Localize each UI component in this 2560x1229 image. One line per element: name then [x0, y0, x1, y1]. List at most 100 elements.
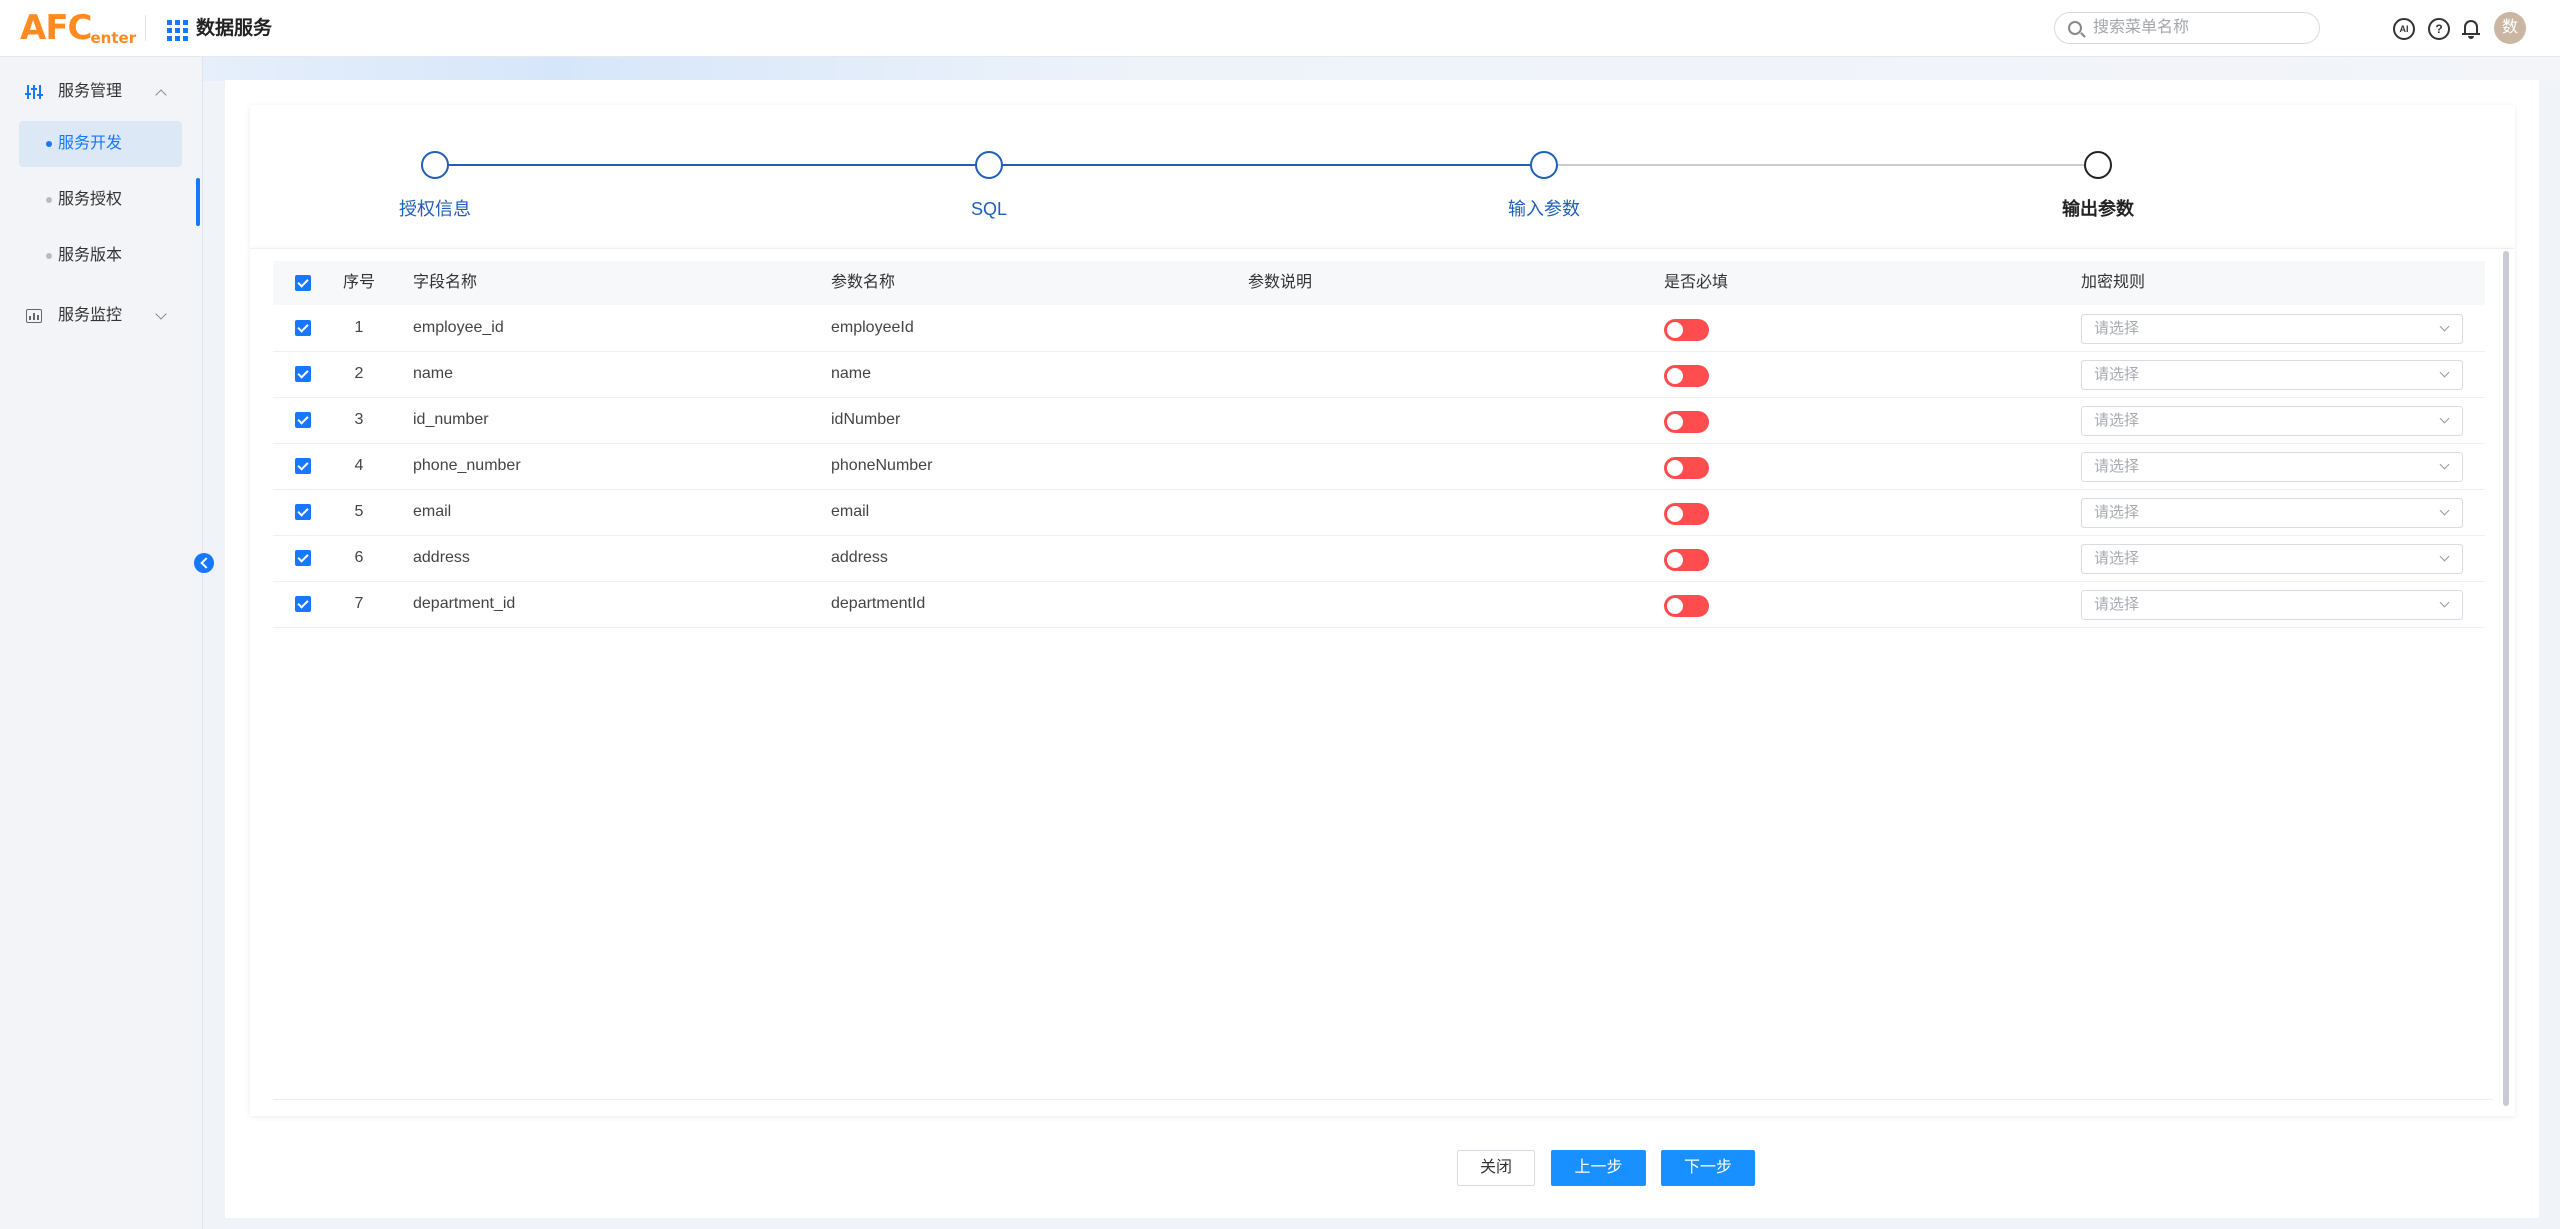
row-no: 7: [354, 595, 364, 612]
row-field-name: email: [413, 503, 452, 520]
step-2-circle[interactable]: [975, 151, 1003, 179]
encrypt-rule-select[interactable]: 请选择: [2081, 406, 2463, 436]
notification-bell-icon[interactable]: [2462, 19, 2480, 39]
required-toggle[interactable]: [1664, 411, 1709, 433]
row-field-name: phone_number: [413, 457, 521, 474]
select-all-checkbox[interactable]: [295, 275, 311, 291]
app-grid-icon[interactable]: [167, 20, 188, 41]
row-param-name[interactable]: employeeId: [831, 306, 914, 351]
row-checkbox[interactable]: [295, 458, 311, 474]
step-4-circle[interactable]: [2084, 151, 2112, 179]
chevron-down-icon: [155, 308, 167, 320]
step-3-label[interactable]: 输入参数: [1444, 197, 1644, 221]
row-no: 6: [354, 549, 364, 566]
sidebar-collapse-button[interactable]: [194, 553, 214, 573]
encrypt-rule-select[interactable]: 请选择: [2081, 498, 2463, 528]
chevron-down-icon: [2439, 367, 2450, 378]
required-toggle[interactable]: [1664, 365, 1709, 387]
step-1-circle[interactable]: [421, 151, 449, 179]
table-bottom-border: [273, 1099, 2493, 1100]
step-3-circle[interactable]: [1530, 151, 1558, 179]
step-2-label[interactable]: SQL: [889, 197, 1089, 221]
background-banner: [203, 57, 2560, 81]
row-param-name[interactable]: name: [831, 352, 871, 397]
select-placeholder: 请选择: [2094, 550, 2140, 567]
vertical-scrollbar[interactable]: [2503, 251, 2509, 1106]
row-checkbox[interactable]: [295, 504, 311, 520]
menu-group-label: 服务监控: [58, 307, 123, 324]
sidebar-item-label: 服务授权: [58, 191, 123, 208]
menu-search-input[interactable]: [2093, 17, 2303, 39]
row-field-name: id_number: [413, 411, 489, 428]
main-panel: 授权信息 SQL 输入参数 输出参数 序号 字段名称 参数名称 参数说明 是否必…: [225, 80, 2539, 1218]
sidebar-item-label: 服务版本: [58, 247, 123, 264]
required-toggle[interactable]: [1664, 549, 1709, 571]
row-param-name[interactable]: email: [831, 490, 869, 535]
menu-group-label: 服务管理: [58, 83, 123, 100]
output-params-table: 序号 字段名称 参数名称 参数说明 是否必填 加密规则 1 employee_id…: [250, 248, 2515, 1116]
row-param-name[interactable]: address: [831, 536, 888, 581]
chevron-down-icon: [2439, 413, 2450, 424]
monitor-icon: [26, 309, 42, 323]
menu-search-box[interactable]: [2054, 12, 2320, 44]
row-checkbox[interactable]: [295, 596, 311, 612]
sidebar-item-service-development[interactable]: 服务开发: [19, 121, 182, 167]
sidebar: 服务管理 服务开发 服务授权 服务版本 服务监控: [0, 57, 203, 1229]
bullet-dot-icon: [46, 253, 52, 259]
required-toggle[interactable]: [1664, 503, 1709, 525]
row-no: 3: [354, 411, 364, 428]
logo-sub-text: enter: [90, 29, 137, 47]
row-checkbox[interactable]: [295, 366, 311, 382]
sidebar-item-service-version[interactable]: 服务版本: [19, 233, 182, 279]
table-row: 5 email email 请选择: [273, 490, 2485, 536]
select-placeholder: 请选择: [2094, 504, 2140, 521]
previous-step-button[interactable]: 上一步: [1551, 1150, 1646, 1186]
row-param-name[interactable]: idNumber: [831, 398, 900, 443]
required-toggle[interactable]: [1664, 457, 1709, 479]
row-checkbox[interactable]: [295, 550, 311, 566]
encrypt-rule-select[interactable]: 请选择: [2081, 360, 2463, 390]
row-checkbox[interactable]: [295, 320, 311, 336]
app-title: 数据服务: [196, 18, 273, 39]
select-placeholder: 请选择: [2094, 320, 2140, 337]
table-row: 6 address address 请选择: [273, 536, 2485, 582]
row-no: 5: [354, 503, 364, 520]
bullet-dot-icon: [46, 197, 52, 203]
help-icon[interactable]: ?: [2428, 18, 2450, 40]
search-icon: [2068, 21, 2082, 35]
active-indicator: [196, 178, 200, 226]
menu-group-service-management[interactable]: 服务管理: [0, 69, 203, 113]
select-placeholder: 请选择: [2094, 366, 2140, 383]
sidebar-item-label: 服务开发: [58, 135, 123, 152]
row-param-name[interactable]: phoneNumber: [831, 444, 932, 489]
encrypt-rule-select[interactable]: 请选择: [2081, 452, 2463, 482]
required-toggle[interactable]: [1664, 319, 1709, 341]
row-field-name: address: [413, 549, 470, 566]
ai-assistant-icon[interactable]: AI: [2393, 18, 2415, 40]
chevron-down-icon: [2439, 551, 2450, 562]
encrypt-rule-select[interactable]: 请选择: [2081, 544, 2463, 574]
required-toggle[interactable]: [1664, 595, 1709, 617]
next-step-button[interactable]: 下一步: [1661, 1150, 1755, 1186]
chevron-down-icon: [2439, 459, 2450, 470]
encrypt-rule-select[interactable]: 请选择: [2081, 314, 2463, 344]
col-header-required: 是否必填: [1664, 274, 1729, 291]
col-header-param: 参数名称: [831, 274, 896, 291]
row-param-name[interactable]: departmentId: [831, 582, 925, 627]
menu-group-service-monitoring[interactable]: 服务监控: [0, 293, 203, 337]
encrypt-rule-select[interactable]: 请选择: [2081, 590, 2463, 620]
afcenter-logo[interactable]: AFCenter: [20, 10, 137, 47]
user-avatar[interactable]: 数: [2494, 12, 2526, 44]
step-connector: [1002, 164, 1543, 166]
close-button[interactable]: 关闭: [1457, 1150, 1535, 1186]
row-checkbox[interactable]: [295, 412, 311, 428]
table-row: 2 name name 请选择: [273, 352, 2485, 398]
chevron-down-icon: [2439, 597, 2450, 608]
step-4-label: 输出参数: [2062, 199, 2134, 219]
table-row: 3 id_number idNumber 请选择: [273, 398, 2485, 444]
sidebar-item-service-authorization[interactable]: 服务授权: [19, 177, 182, 223]
step-1-label[interactable]: 授权信息: [335, 197, 535, 221]
row-no: 1: [354, 319, 364, 336]
step-connector: [448, 164, 988, 166]
chevron-down-icon: [2439, 505, 2450, 516]
